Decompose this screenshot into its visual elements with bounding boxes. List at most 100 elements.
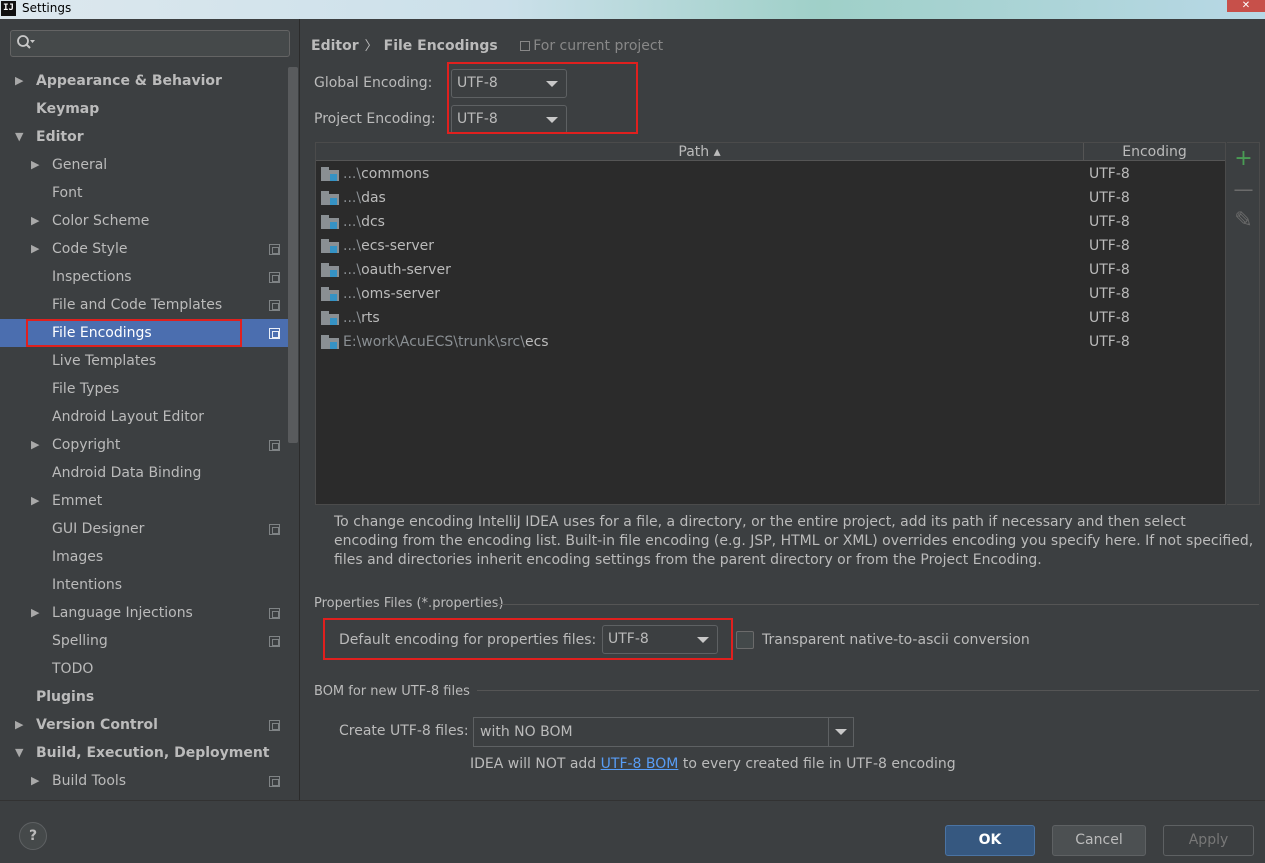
encoding-cell[interactable]: UTF-8 bbox=[1089, 164, 1130, 184]
transparent-conversion-label[interactable]: Transparent native-to-ascii conversion bbox=[762, 632, 1030, 648]
path-prefix: ...\ bbox=[343, 238, 362, 254]
sidebar-item-plugins[interactable]: Plugins bbox=[0, 683, 288, 711]
sidebar-item-intentions[interactable]: Intentions bbox=[0, 571, 288, 599]
sidebar-item-build-execution-deployment[interactable]: ▼ Build, Execution, Deployment bbox=[0, 739, 288, 767]
table-row[interactable]: ...\dcs UTF-8 bbox=[316, 210, 1225, 234]
path-encoding-table: Path ▴ Encoding ...\commons UTF-8 ...\ das U… bbox=[315, 142, 1226, 505]
sidebar-item-file-and-code-templates[interactable]: File and Code Templates bbox=[0, 291, 288, 319]
collapsed-arrow-icon[interactable]: ▶ bbox=[31, 207, 39, 235]
sidebar-item-general[interactable]: ▶ General bbox=[0, 151, 288, 179]
sidebar-item-label: Color Scheme bbox=[52, 213, 150, 229]
sidebar-item-version-control[interactable]: ▶ Version Control bbox=[0, 711, 288, 739]
encoding-column-header[interactable]: Encoding bbox=[1084, 143, 1225, 161]
properties-section-divider bbox=[497, 604, 1259, 605]
add-path-button[interactable]: + bbox=[1227, 146, 1260, 172]
ok-button[interactable]: OK bbox=[945, 825, 1035, 856]
collapsed-arrow-icon[interactable]: ▶ bbox=[31, 599, 39, 627]
path-cell: ...\commons bbox=[343, 164, 429, 184]
sidebar-item-font[interactable]: Font bbox=[0, 179, 288, 207]
edit-path-button[interactable]: ✎ bbox=[1227, 208, 1260, 234]
sidebar-item-copyright[interactable]: ▶ Copyright bbox=[0, 431, 288, 459]
sidebar-item-label: File and Code Templates bbox=[52, 297, 223, 313]
path-cell: ...\oms-server bbox=[343, 284, 440, 304]
encoding-cell[interactable]: UTF-8 bbox=[1089, 188, 1130, 208]
collapsed-arrow-icon[interactable]: ▶ bbox=[31, 767, 39, 795]
path-name: ecs-server bbox=[361, 238, 435, 254]
collapsed-arrow-icon[interactable]: ▶ bbox=[31, 431, 39, 459]
sidebar-item-build-tools[interactable]: ▶ Build Tools bbox=[0, 767, 288, 795]
encoding-cell[interactable]: UTF-8 bbox=[1089, 236, 1130, 256]
sidebar-item-label: Spelling bbox=[52, 633, 108, 649]
dialog-button-bar: ? OK Cancel Apply bbox=[0, 800, 1265, 863]
encoding-cell[interactable]: UTF-8 bbox=[1089, 212, 1130, 232]
sidebar-item-file-types[interactable]: File Types bbox=[0, 375, 288, 403]
sidebar-item-keymap[interactable]: Keymap bbox=[0, 95, 288, 123]
encoding-cell[interactable]: UTF-8 bbox=[1089, 332, 1130, 352]
table-row[interactable]: ...\oauth-server UTF-8 bbox=[316, 258, 1225, 282]
sidebar-item-file-encodings[interactable]: File Encodings bbox=[0, 319, 288, 347]
sidebar-item-live-templates[interactable]: Live Templates bbox=[0, 347, 288, 375]
utf8-bom-link[interactable]: UTF-8 BOM bbox=[601, 756, 679, 772]
remove-path-button[interactable]: — bbox=[1227, 176, 1260, 202]
sidebar-item-editor[interactable]: ▼ Editor bbox=[0, 123, 288, 151]
settings-search-input[interactable] bbox=[10, 30, 290, 57]
path-column-header[interactable]: Path ▴ bbox=[316, 143, 1084, 161]
expanded-arrow-icon[interactable]: ▼ bbox=[15, 739, 23, 767]
module-badge bbox=[330, 174, 337, 181]
sidebar-item-gui-designer[interactable]: GUI Designer bbox=[0, 515, 288, 543]
sidebar-item-label: Copyright bbox=[52, 437, 121, 453]
sidebar-item-label: GUI Designer bbox=[52, 521, 145, 537]
encoding-help-text: To change encoding IntelliJ IDEA uses fo… bbox=[334, 514, 1254, 568]
search-icon[interactable] bbox=[16, 34, 36, 54]
sidebar-scrollbar[interactable] bbox=[288, 67, 298, 443]
settings-sidebar: ▶ Appearance & Behavior Keymap ▼ Editor ▶ Gene… bbox=[0, 19, 300, 800]
encoding-cell[interactable]: UTF-8 bbox=[1089, 308, 1130, 328]
sidebar-item-android-layout-editor[interactable]: Android Layout Editor bbox=[0, 403, 288, 431]
collapsed-arrow-icon[interactable]: ▶ bbox=[31, 151, 39, 179]
sidebar-item-color-scheme[interactable]: ▶ Color Scheme bbox=[0, 207, 288, 235]
sidebar-item-language-injections[interactable]: ▶ Language Injections bbox=[0, 599, 288, 627]
table-row[interactable]: E:\work\AcuECS\trunk\src\ecs UTF-8 bbox=[316, 330, 1225, 354]
path-cell: ...\ecs-server bbox=[343, 236, 434, 256]
table-header: Path ▴ Encoding bbox=[316, 143, 1225, 161]
transparent-conversion-checkbox[interactable] bbox=[736, 631, 754, 649]
sidebar-item-code-style[interactable]: ▶ Code Style bbox=[0, 235, 288, 263]
sidebar-item-todo[interactable]: TODO bbox=[0, 655, 288, 683]
intellij-app-icon: IJ bbox=[1, 1, 16, 16]
close-window-button[interactable]: ✕ bbox=[1227, 0, 1265, 12]
path-name: das bbox=[361, 190, 386, 206]
cancel-button[interactable]: Cancel bbox=[1052, 825, 1146, 856]
collapsed-arrow-icon[interactable]: ▶ bbox=[31, 235, 39, 263]
table-row[interactable]: ...\rts UTF-8 bbox=[316, 306, 1225, 330]
sidebar-item-label: Build Tools bbox=[52, 773, 127, 789]
table-row[interactable]: ...\commons UTF-8 bbox=[316, 162, 1225, 186]
path-prefix: E:\work\AcuECS\trunk\src\ bbox=[343, 334, 525, 350]
sidebar-item-android-data-binding[interactable]: Android Data Binding bbox=[0, 459, 288, 487]
sidebar-item-images[interactable]: Images bbox=[0, 543, 288, 571]
sidebar-item-inspections[interactable]: Inspections bbox=[0, 263, 288, 291]
encoding-cell[interactable]: UTF-8 bbox=[1089, 284, 1130, 304]
table-row[interactable]: ...\ecs-server UTF-8 bbox=[316, 234, 1225, 258]
breadcrumb-editor[interactable]: Editor bbox=[311, 38, 359, 54]
sidebar-item-spelling[interactable]: Spelling bbox=[0, 627, 288, 655]
sidebar-item-label: Intentions bbox=[52, 577, 123, 593]
help-button[interactable]: ? bbox=[19, 822, 47, 850]
bom-dropdown[interactable]: with NO BOM bbox=[473, 717, 854, 747]
module-folder-icon bbox=[321, 311, 339, 325]
table-row[interactable]: ...\das UTF-8 bbox=[316, 186, 1225, 210]
sidebar-item-emmet[interactable]: ▶ Emmet bbox=[0, 487, 288, 515]
table-row[interactable]: ...\oms-server UTF-8 bbox=[316, 282, 1225, 306]
sidebar-item-label: Emmet bbox=[52, 493, 103, 509]
collapsed-arrow-icon[interactable]: ▶ bbox=[15, 711, 23, 739]
apply-button[interactable]: Apply bbox=[1163, 825, 1254, 856]
bom-dropdown-button[interactable] bbox=[828, 718, 853, 746]
collapsed-arrow-icon[interactable]: ▶ bbox=[31, 487, 39, 515]
expanded-arrow-icon[interactable]: ▼ bbox=[15, 123, 23, 151]
sidebar-item-appearance-behavior[interactable]: ▶ Appearance & Behavior bbox=[0, 67, 288, 95]
project-level-icon bbox=[269, 636, 280, 647]
highlight-box-selected-item bbox=[26, 319, 242, 347]
collapsed-arrow-icon[interactable]: ▶ bbox=[15, 67, 23, 95]
project-scope-note: For current project bbox=[520, 38, 663, 54]
encoding-cell[interactable]: UTF-8 bbox=[1089, 260, 1130, 280]
bom-section-title: BOM for new UTF-8 files bbox=[314, 684, 470, 699]
